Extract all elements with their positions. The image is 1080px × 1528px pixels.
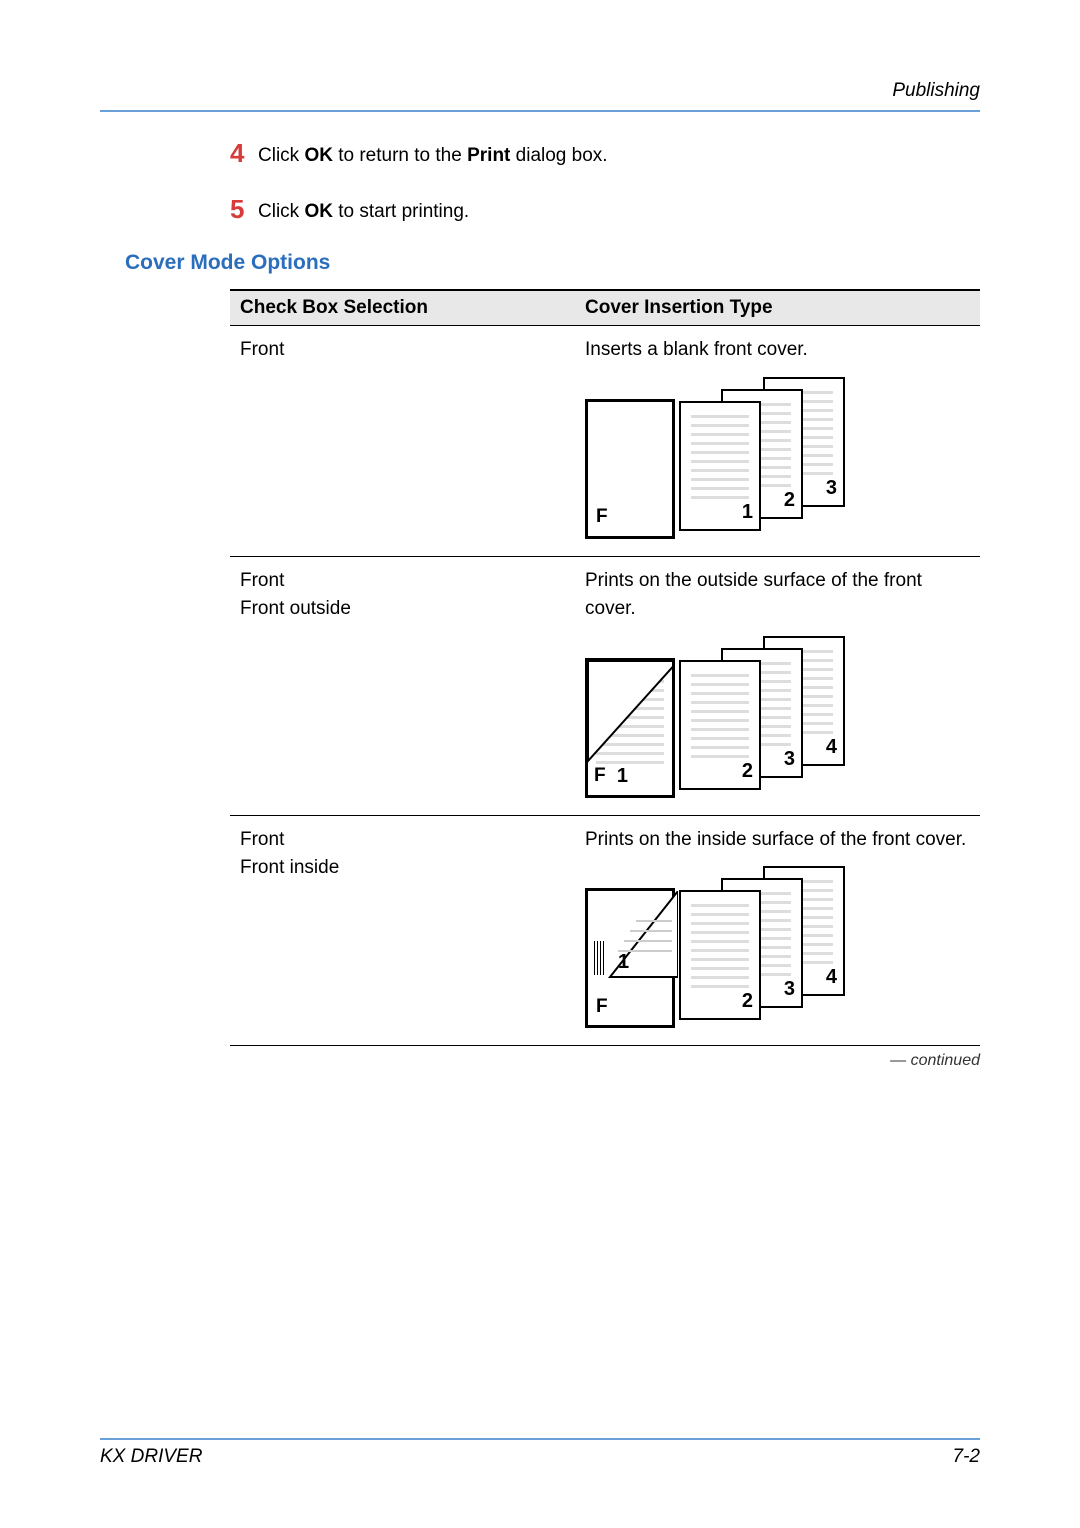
step-5: 5 Click OK to start printing. — [230, 196, 980, 226]
cover-mode-options-table: Check Box Selection Cover Insertion Type… — [230, 289, 980, 1046]
page: Publishing 4 Click OK to return to the P… — [0, 0, 1080, 1528]
step-text: Click OK to start printing. — [258, 196, 469, 226]
t-bold: OK — [304, 145, 333, 166]
continued-note: — continued — [230, 1052, 980, 1070]
row-description: Inserts a blank front cover. — [585, 336, 970, 365]
footer-left: KX DRIVER — [100, 1446, 202, 1468]
table-row: Front Inserts a blank front cover. 3 — [230, 326, 980, 557]
content-area: 4 Click OK to return to the Print dialog… — [230, 140, 980, 1070]
selection-line: Front — [240, 826, 565, 855]
t-bold: Print — [467, 145, 510, 166]
selection-cell: Front — [230, 326, 575, 557]
footer-right: 7-2 — [953, 1446, 980, 1468]
header-rule — [100, 110, 980, 112]
insertion-cell: Prints on the outside surface of the fro… — [575, 556, 980, 815]
table-row: Front Front inside Prints on the inside … — [230, 815, 980, 1046]
selection-line: Front inside — [240, 854, 565, 883]
cover-diagram-inside: 4 3 2 — [585, 866, 845, 1031]
selection-cell: Front Front inside — [230, 815, 575, 1046]
row-description: Prints on the inside surface of the fron… — [585, 826, 970, 855]
t: Click — [258, 145, 304, 166]
insertion-cell: Prints on the inside surface of the fron… — [575, 815, 980, 1046]
table-header: Cover Insertion Type — [575, 290, 980, 326]
step-number: 4 — [230, 140, 258, 166]
cover-diagram-blank: 3 2 1 F — [585, 377, 845, 542]
t: to return to the — [333, 145, 467, 166]
insertion-cell: Inserts a blank front cover. 3 2 — [575, 326, 980, 557]
section-heading: Cover Mode Options — [125, 251, 980, 275]
table-header-row: Check Box Selection Cover Insertion Type — [230, 290, 980, 326]
step-text: Click OK to return to the Print dialog b… — [258, 140, 608, 170]
header-section: Publishing — [100, 80, 980, 110]
step-number: 5 — [230, 196, 258, 222]
cover-diagram-outside: 4 3 2 — [585, 636, 845, 801]
selection-line: Front — [240, 567, 565, 596]
row-description: Prints on the outside surface of the fro… — [585, 567, 970, 624]
t-bold: OK — [304, 201, 333, 222]
step-4: 4 Click OK to return to the Print dialog… — [230, 140, 980, 170]
selection-line: Front — [240, 336, 565, 365]
table-header: Check Box Selection — [230, 290, 575, 326]
t: to start printing. — [333, 201, 469, 222]
t: dialog box. — [510, 145, 607, 166]
t: Click — [258, 201, 304, 222]
selection-cell: Front Front outside — [230, 556, 575, 815]
page-footer: KX DRIVER 7-2 — [100, 1438, 980, 1468]
selection-line: Front outside — [240, 595, 565, 624]
table-row: Front Front outside Prints on the outsid… — [230, 556, 980, 815]
